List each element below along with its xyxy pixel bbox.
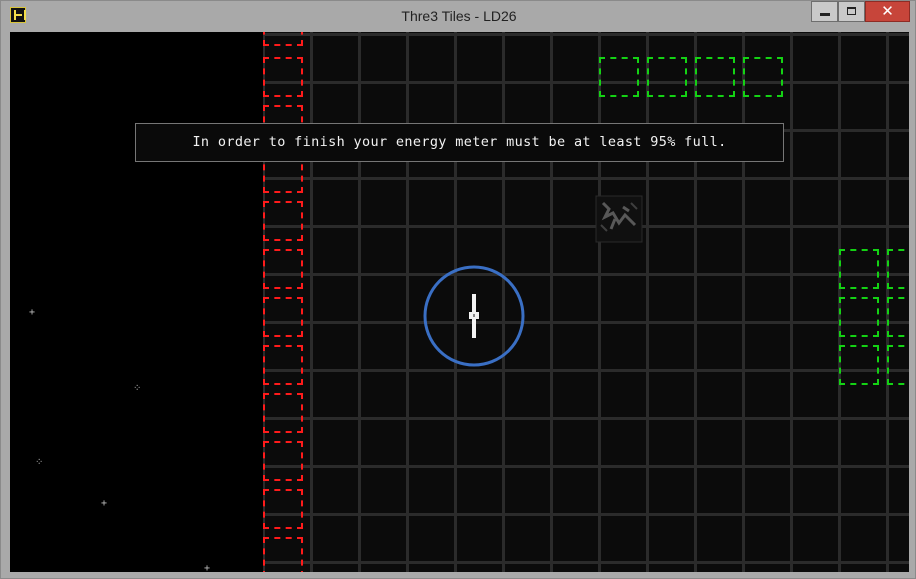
tile-grid[interactable] [263,32,909,572]
green-tile [839,297,879,337]
green-tile [695,57,735,97]
green-tile [599,57,639,97]
space-background: + ⁘ ⁘ + + [10,32,263,572]
maximize-icon [847,7,856,15]
red-tile [263,441,303,481]
red-tile [263,393,303,433]
green-tile [647,57,687,97]
red-tile [263,201,303,241]
red-tile [263,32,303,46]
star-icon: + [29,307,36,318]
red-tile [263,57,303,97]
maximize-button[interactable] [838,1,865,22]
green-tile [887,345,909,385]
star-icon: + [204,563,211,573]
green-tile [887,297,909,337]
instruction-message: In order to finish your energy meter mus… [192,134,727,150]
red-tile [263,249,303,289]
green-tile [743,57,783,97]
minimize-button[interactable] [811,1,838,22]
green-tile [839,345,879,385]
red-tile [263,489,303,529]
star-icon: + [101,498,108,509]
close-button[interactable]: ✕ [865,1,910,22]
title-bar[interactable]: Thre3 Tiles - LD26 ✕ [1,1,915,32]
game-viewport[interactable]: + ⁘ ⁘ + + In order to finish your energy… [10,32,909,572]
red-tile [263,345,303,385]
red-tile [263,537,303,572]
star-icon: ⁘ [35,457,44,468]
instruction-panel: In order to finish your energy meter mus… [135,123,784,162]
green-tile [887,249,909,289]
minimize-icon [820,13,830,16]
window-title: Thre3 Tiles - LD26 [401,8,517,24]
red-tile [263,297,303,337]
green-tile [839,249,879,289]
star-icon: ⁘ [133,383,142,394]
game-window: Thre3 Tiles - LD26 ✕ + ⁘ ⁘ + + In order … [0,0,916,579]
close-icon: ✕ [881,2,894,20]
player-ship-icon [423,265,525,367]
cracked-tile-icon [595,195,643,243]
